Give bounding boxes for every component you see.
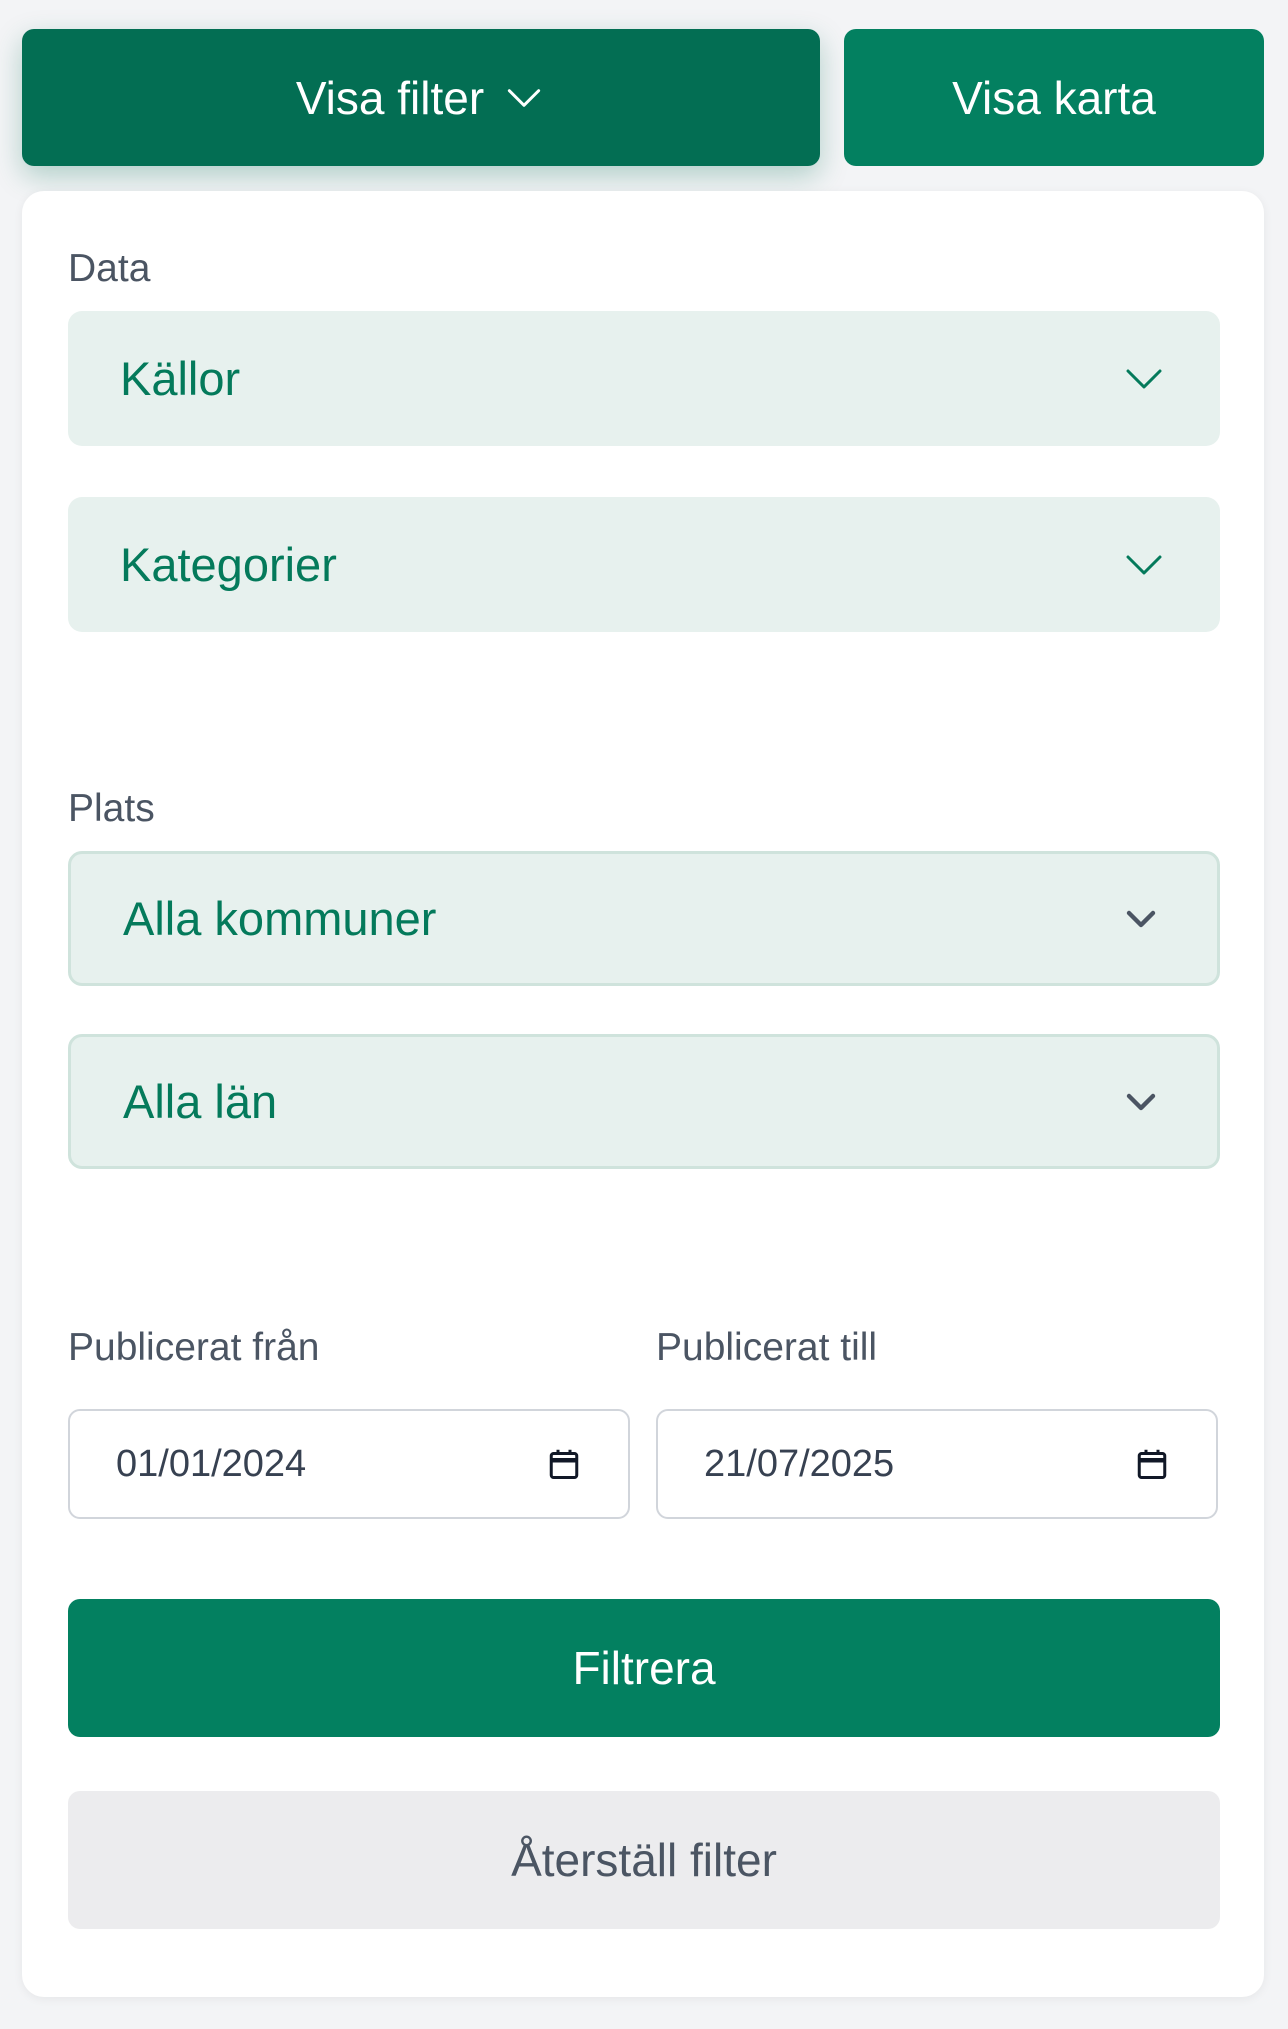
- chevron-down-icon: [1126, 1093, 1156, 1110]
- published-from-value: 01/01/2024: [116, 1442, 307, 1485]
- reset-filter-button[interactable]: Återställ filter: [68, 1791, 1220, 1929]
- categories-select-label: Kategorier: [120, 538, 337, 591]
- municipality-select[interactable]: Alla kommuner: [68, 851, 1220, 986]
- published-to-label: Publicerat till: [656, 1326, 878, 1369]
- filter-panel: Data Källor Kategorier Plats Alla kommun…: [22, 191, 1264, 1997]
- sources-select[interactable]: Källor: [68, 311, 1220, 446]
- calendar-icon[interactable]: [546, 1446, 582, 1482]
- chevron-down-icon: [1126, 910, 1156, 927]
- published-to-input[interactable]: 21/07/2025: [656, 1409, 1218, 1519]
- published-to-value: 21/07/2025: [704, 1442, 895, 1485]
- published-from-input[interactable]: 01/01/2024: [68, 1409, 630, 1519]
- county-select[interactable]: Alla län: [68, 1034, 1220, 1169]
- calendar-icon[interactable]: [1134, 1446, 1170, 1482]
- apply-filter-button[interactable]: Filtrera: [68, 1599, 1220, 1737]
- categories-select[interactable]: Kategorier: [68, 497, 1220, 632]
- show-filter-button[interactable]: Visa filter: [22, 29, 820, 166]
- chevron-down-icon: [508, 88, 541, 107]
- sources-select-label: Källor: [120, 352, 241, 405]
- top-action-bar: Visa filter Visa karta: [0, 0, 1288, 190]
- published-from-label: Publicerat från: [68, 1326, 320, 1369]
- chevron-down-icon: [1126, 555, 1162, 574]
- show-filter-label: Visa filter: [295, 71, 485, 124]
- chevron-down-icon: [1126, 369, 1162, 388]
- place-section-label: Plats: [68, 787, 155, 830]
- data-section-label: Data: [68, 247, 151, 290]
- municipality-select-label: Alla kommuner: [123, 892, 437, 945]
- show-map-button[interactable]: Visa karta: [844, 29, 1264, 166]
- county-select-label: Alla län: [123, 1075, 278, 1128]
